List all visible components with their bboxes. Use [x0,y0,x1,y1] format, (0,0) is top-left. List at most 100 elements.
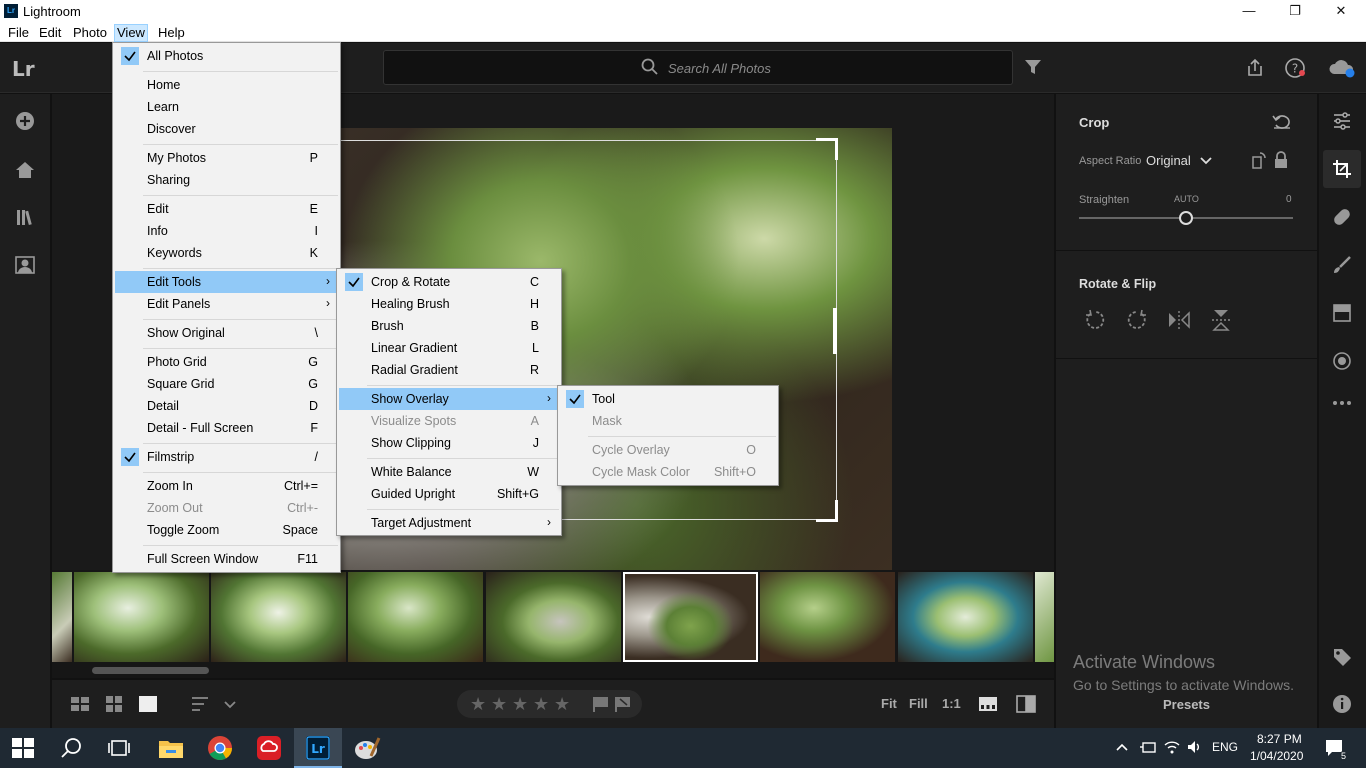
menu-help[interactable]: Help [158,24,185,42]
menu-item-mask[interactable]: Mask [560,410,776,432]
menu-item-target-adjustment[interactable]: Target Adjustment › [339,512,559,534]
menu-item-crop-rotate[interactable]: Crop & Rotate C [339,271,559,293]
chevron-down-icon[interactable] [1198,150,1214,170]
star-4[interactable]: ★ [533,694,549,715]
close-window-button[interactable]: ✕ [1318,0,1364,22]
more-icon[interactable] [1331,392,1353,414]
detail-view-icon[interactable] [138,695,158,713]
star-3[interactable]: ★ [512,694,528,715]
menu-item-info[interactable]: Info I [115,220,338,242]
menu-item-detail[interactable]: Detail D [115,395,338,417]
compare-view-icon[interactable] [1016,695,1036,713]
filmstrip-thumbnail[interactable] [52,572,72,662]
filmstrip-thumbnail[interactable] [1035,572,1054,662]
menu-item-sharing[interactable]: Sharing [115,169,338,191]
menu-item-cycle-mask-color[interactable]: Cycle Mask Color Shift+O [560,461,776,483]
menu-item-show-overlay[interactable]: Show Overlay › [339,388,559,410]
square-grid-icon[interactable] [104,695,124,713]
rotate-right-icon[interactable] [1125,308,1149,332]
minimize-button[interactable]: — [1226,0,1272,22]
restore-button[interactable]: ❐ [1272,0,1318,22]
crop-handle-bottom-right[interactable] [816,500,838,522]
filmstrip-thumbnail[interactable] [348,572,483,662]
radial-gradient-icon[interactable] [1331,350,1353,372]
volume-icon[interactable] [1186,739,1204,755]
filmstrip-thumbnail[interactable] [486,572,621,662]
menu-item-learn[interactable]: Learn [115,96,338,118]
menu-item-guided-upright[interactable]: Guided Upright Shift+G [339,483,559,505]
menu-item-cycle-overlay[interactable]: Cycle Overlay O [560,439,776,461]
chevron-down-icon[interactable] [222,695,238,713]
home-icon[interactable] [14,159,36,181]
paint-app-icon[interactable] [353,734,381,762]
flag-pick-icon[interactable] [592,695,612,713]
aspect-ratio-select[interactable]: Original [1146,153,1191,168]
tag-icon[interactable] [1331,646,1353,668]
menu-photo[interactable]: Photo [73,24,107,42]
flip-horizontal-icon[interactable] [1167,308,1191,332]
windows-start-icon[interactable] [11,737,35,759]
clock-time[interactable]: 8:27 PM [1257,732,1302,746]
menu-item-zoom-in[interactable]: Zoom In Ctrl+= [115,475,338,497]
filmstrip-thumbnail[interactable] [211,572,346,662]
library-icon[interactable] [14,206,36,228]
menu-file[interactable]: File [8,24,29,42]
star-5[interactable]: ★ [554,694,570,715]
rotate-aspect-icon[interactable] [1250,150,1268,170]
menu-item-all-photos[interactable]: All Photos [115,45,338,67]
language-indicator[interactable]: ENG [1212,740,1238,754]
filmstrip-thumbnail-selected[interactable] [623,572,758,662]
creative-cloud-icon[interactable] [255,734,283,762]
crop-icon[interactable] [1331,158,1353,180]
battery-power-icon[interactable] [1139,739,1157,755]
task-view-icon[interactable] [107,737,131,759]
flag-reject-icon[interactable] [614,695,634,713]
cloud-sync-icon[interactable] [1328,57,1356,79]
flip-vertical-icon[interactable] [1209,308,1233,332]
zoom-fit-button[interactable]: Fit [881,696,897,711]
menu-item-brush[interactable]: Brush B [339,315,559,337]
menu-item-edit[interactable]: Edit E [115,198,338,220]
menu-item-my-photos[interactable]: My Photos P [115,147,338,169]
linear-gradient-icon[interactable] [1331,302,1353,324]
share-icon[interactable] [1244,57,1266,79]
clock-date[interactable]: 1/04/2020 [1250,749,1303,763]
menu-view[interactable]: View [114,24,148,42]
filmstrip-thumbnail[interactable] [760,572,895,662]
filter-icon[interactable] [1024,59,1042,75]
menu-item-edit-tools[interactable]: Edit Tools › [115,271,338,293]
zoom-1to1-button[interactable]: 1:1 [942,696,961,711]
reset-icon[interactable] [1270,110,1294,134]
filmstrip-scrollbar[interactable] [92,667,209,674]
menu-item-photo-grid[interactable]: Photo Grid G [115,351,338,373]
filmstrip-toggle-icon[interactable] [978,695,998,713]
star-2[interactable]: ★ [491,694,507,715]
wifi-icon[interactable] [1163,739,1181,755]
file-explorer-icon[interactable] [157,734,185,762]
straighten-auto-button[interactable]: AUTO [1174,194,1199,204]
presets-button[interactable]: Presets [1163,697,1210,712]
crop-handle-top-right[interactable] [816,138,838,160]
search-taskbar-icon[interactable] [60,736,84,760]
menu-item-visualize-spots[interactable]: Visualize Spots A [339,410,559,432]
help-icon[interactable]: ? [1284,57,1306,79]
menu-item-show-original[interactable]: Show Original \ [115,322,338,344]
tray-expand-icon[interactable] [1115,741,1129,753]
lock-icon[interactable] [1272,150,1290,170]
sort-icon[interactable] [190,695,210,713]
menu-item-detail-full-screen[interactable]: Detail - Full Screen F [115,417,338,439]
menu-item-healing-brush[interactable]: Healing Brush H [339,293,559,315]
people-icon[interactable] [14,254,36,276]
menu-item-radial-gradient[interactable]: Radial Gradient R [339,359,559,381]
photo-grid-icon[interactable] [70,695,90,713]
menu-item-tool[interactable]: Tool [560,388,776,410]
edit-sliders-icon[interactable] [1331,110,1353,132]
zoom-fill-button[interactable]: Fill [909,696,928,711]
menu-item-edit-panels[interactable]: Edit Panels › [115,293,338,315]
menu-item-zoom-out[interactable]: Zoom Out Ctrl+- [115,497,338,519]
menu-item-keywords[interactable]: Keywords K [115,242,338,264]
menu-item-show-clipping[interactable]: Show Clipping J [339,432,559,454]
search-field[interactable]: Search All Photos [383,50,1013,85]
healing-brush-icon[interactable] [1331,206,1353,228]
menu-item-filmstrip[interactable]: Filmstrip / [115,446,338,468]
